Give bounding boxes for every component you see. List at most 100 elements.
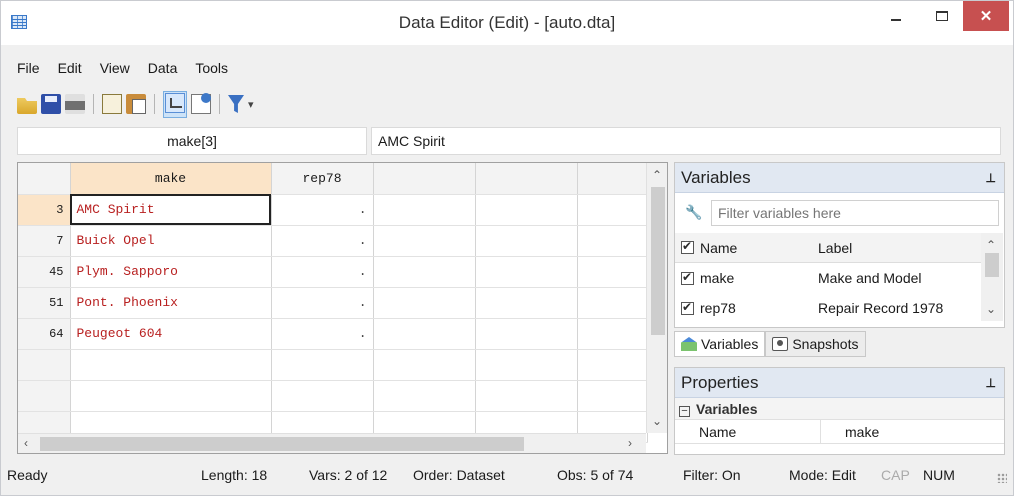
menu-tools[interactable]: Tools <box>186 57 237 79</box>
title-bar: Data Editor (Edit) - [auto.dta] ✕ <box>1 1 1013 45</box>
cell-value-input[interactable]: AMC Spirit <box>371 127 1001 155</box>
column-header-rep78[interactable]: rep78 <box>271 163 374 195</box>
cell-rep78[interactable]: . <box>271 256 374 288</box>
minimize-icon <box>891 19 901 21</box>
property-key: Name <box>675 420 821 443</box>
cell-make[interactable]: Buick Opel <box>70 225 272 257</box>
variables-scroll-thumb[interactable] <box>985 253 999 277</box>
pin-icon[interactable]: ⊥ <box>986 163 996 193</box>
paste-icon[interactable] <box>126 94 146 114</box>
menu-view[interactable]: View <box>91 57 139 79</box>
browse-mode-icon[interactable] <box>191 93 211 114</box>
grid-horizontal-scrollbar[interactable]: ‹ › <box>18 433 646 453</box>
filter-variables-input[interactable] <box>711 200 999 226</box>
edit-mode-button[interactable] <box>163 90 187 118</box>
status-obs: Obs: 5 of 74 <box>557 467 634 483</box>
status-mode: Mode: Edit <box>789 467 856 483</box>
table-row: 7 Buick Opel . <box>18 225 648 257</box>
scroll-left-icon[interactable]: ‹ <box>24 437 28 449</box>
filter-dropdown-icon[interactable]: ▾ <box>248 98 258 111</box>
pin-icon[interactable]: ⊥ <box>986 368 996 398</box>
table-row: 51 Pont. Phoenix . <box>18 287 648 319</box>
property-row[interactable]: Name make <box>675 420 1004 444</box>
toolbar-separator <box>219 94 220 114</box>
tab-variables[interactable]: Variables <box>674 331 766 357</box>
maximize-button[interactable] <box>919 1 965 31</box>
menu-edit[interactable]: Edit <box>49 57 91 79</box>
wrench-icon[interactable]: 🔧 <box>685 204 702 221</box>
list-item[interactable]: rep78 Repair Record 1978 <box>675 293 981 323</box>
data-editor-window: Data Editor (Edit) - [auto.dta] ✕ File E… <box>0 0 1014 496</box>
row-number[interactable]: 7 <box>18 225 71 257</box>
grid-vertical-scrollbar[interactable]: ⌃ ⌄ <box>646 163 667 433</box>
empty-cell <box>475 349 578 381</box>
empty-cell <box>577 256 648 288</box>
empty-row <box>18 349 648 381</box>
property-value[interactable]: make <box>821 424 1004 440</box>
cell-rep78[interactable]: . <box>271 194 374 226</box>
cell-rep78[interactable]: . <box>271 287 374 319</box>
scroll-down-icon[interactable]: ⌄ <box>986 303 996 315</box>
empty-cell <box>475 287 578 319</box>
cell-make[interactable]: Plym. Sapporo <box>70 256 272 288</box>
collapse-icon[interactable]: − <box>679 406 690 417</box>
variables-scrollbar[interactable]: ⌃ ⌄ <box>981 233 1003 321</box>
scroll-right-icon[interactable]: › <box>628 437 632 449</box>
variable-checkbox[interactable] <box>681 300 694 315</box>
row-number[interactable]: 64 <box>18 318 71 350</box>
grid-header-row: make rep78 <box>18 163 648 195</box>
empty-cell <box>475 256 578 288</box>
scroll-down-icon[interactable]: ⌄ <box>652 415 662 427</box>
row-number[interactable]: 45 <box>18 256 71 288</box>
cell-make[interactable]: AMC Spirit <box>70 194 272 226</box>
menu-data[interactable]: Data <box>139 57 187 79</box>
open-icon[interactable] <box>17 98 37 114</box>
print-icon[interactable] <box>65 94 85 114</box>
row-number[interactable]: 3 <box>18 194 71 226</box>
resize-grip-icon[interactable] <box>997 473 1007 483</box>
scroll-up-icon[interactable]: ⌃ <box>986 239 996 251</box>
variable-label: Make and Model <box>818 270 922 286</box>
properties-group-variables[interactable]: − Variables <box>675 398 1004 420</box>
save-icon[interactable] <box>41 94 61 114</box>
close-button[interactable]: ✕ <box>963 1 1009 31</box>
vertical-scroll-thumb[interactable] <box>651 187 665 335</box>
empty-row <box>18 380 648 412</box>
empty-cell <box>373 256 476 288</box>
cell-rep78[interactable]: . <box>271 225 374 257</box>
properties-pane-title: Properties <box>681 373 759 392</box>
empty-cell <box>271 349 374 381</box>
variable-filter: 🔧 <box>675 197 1004 227</box>
copy-icon[interactable] <box>102 94 122 114</box>
list-item[interactable]: make Make and Model <box>675 263 981 293</box>
select-all-checkbox[interactable] <box>681 239 694 254</box>
cell-make[interactable]: Peugeot 604 <box>70 318 272 350</box>
filter-icon[interactable] <box>228 95 244 113</box>
variable-checkbox[interactable] <box>681 270 694 285</box>
row-number <box>18 349 71 381</box>
column-header-empty <box>577 163 648 195</box>
variables-pane-header: Variables ⊥ <box>675 163 1004 193</box>
status-order: Order: Dataset <box>413 467 505 483</box>
menu-file[interactable]: File <box>1 57 49 79</box>
empty-cell <box>475 194 578 226</box>
toolbar-separator <box>93 94 94 114</box>
row-number[interactable]: 51 <box>18 287 71 319</box>
empty-cell <box>577 380 648 412</box>
scroll-up-icon[interactable]: ⌃ <box>652 169 662 181</box>
data-table: make rep78 3 AMC Spirit . 7 Buick Opel .… <box>18 163 648 443</box>
properties-pane-header: Properties ⊥ <box>675 368 1004 398</box>
label-column-header[interactable]: Label <box>818 240 981 256</box>
menu-bar: File Edit View Data Tools <box>1 57 237 79</box>
cell-reference-box: make[3] <box>17 127 367 155</box>
grid-corner[interactable] <box>18 163 71 195</box>
column-header-make[interactable]: make <box>70 163 272 195</box>
cell-rep78[interactable]: . <box>271 318 374 350</box>
close-icon: ✕ <box>979 8 993 25</box>
tab-snapshots[interactable]: Snapshots <box>765 331 866 357</box>
horizontal-scroll-thumb[interactable] <box>40 437 524 451</box>
minimize-button[interactable] <box>873 1 919 31</box>
name-column-header[interactable]: Name <box>700 240 818 256</box>
cell-make[interactable]: Pont. Phoenix <box>70 287 272 319</box>
status-num: NUM <box>923 467 955 483</box>
